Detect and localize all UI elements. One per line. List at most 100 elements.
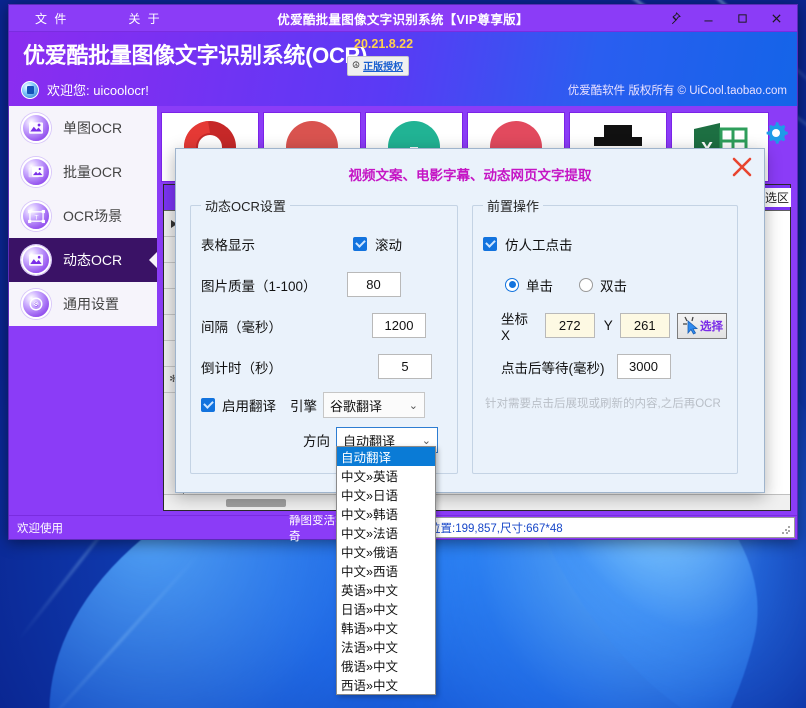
quality-label: 图片质量（1-100） bbox=[201, 278, 317, 294]
sidebar-item-ocr-scene[interactable]: T OCR场景 bbox=[9, 194, 157, 238]
dropdown-option[interactable]: 中文»俄语 bbox=[337, 542, 435, 561]
sidebar-item-label: 通用设置 bbox=[63, 296, 119, 312]
dynamic-ocr-settings-group: 动态OCR设置 表格显示 滚动 图片质量（1-100） 80 间隔（毫秒） 12… bbox=[190, 196, 458, 474]
version-label: 20.21.8.22 bbox=[354, 37, 414, 51]
quality-row: 图片质量（1-100） 80 bbox=[201, 264, 447, 305]
double-click-label: 双击 bbox=[600, 278, 627, 294]
simulate-click-checkbox[interactable] bbox=[483, 236, 497, 251]
interval-input[interactable]: 1200 bbox=[372, 313, 426, 338]
direction-dropdown-list[interactable]: 自动翻译 中文»英语 中文»日语 中文»韩语 中文»法语 中文»俄语 中文»西语 英语»中文日… bbox=[336, 446, 436, 695]
maximize-icon[interactable] bbox=[725, 6, 759, 31]
scroll-label: 滚动 bbox=[375, 237, 402, 253]
direction-label: 方向 bbox=[303, 434, 330, 449]
svg-text:T: T bbox=[34, 214, 38, 221]
engine-select[interactable]: 谷歌翻译 ⌄ bbox=[323, 392, 425, 418]
interval-row: 间隔（毫秒） 1200 bbox=[201, 305, 447, 346]
dynamic-image-icon bbox=[21, 245, 51, 275]
window-controls bbox=[657, 6, 797, 31]
dropdown-option[interactable]: 中文»法语 bbox=[337, 523, 435, 542]
status-right: 位置:199,857,尺寸:667*48 bbox=[420, 517, 795, 538]
coordinate-y-input[interactable]: 261 bbox=[619, 313, 670, 338]
page-title: 优爱酷批量图像文字识别系统(OCR) bbox=[23, 43, 368, 68]
desktop-background: 文 件 关 于 优爱酷批量图像文字识别系统【VIP尊享版】 优爱酷批量图像文字识… bbox=[0, 0, 806, 708]
sidebar-item-batch-ocr[interactable]: 批量OCR bbox=[9, 150, 157, 194]
dropdown-option[interactable]: 西语»中文 bbox=[337, 675, 435, 694]
enable-translate-label: 启用翻译 bbox=[222, 399, 276, 414]
single-click-radio[interactable] bbox=[505, 277, 519, 292]
dropdown-option[interactable]: 韩语»中文 bbox=[337, 618, 435, 637]
status-left: 欢迎使用 bbox=[17, 522, 63, 535]
sidebar-item-dynamic-ocr[interactable]: 动态OCR bbox=[9, 238, 157, 282]
select-point-label: 选择 bbox=[700, 320, 724, 333]
minimize-icon[interactable] bbox=[691, 6, 725, 31]
wait-input[interactable]: 3000 bbox=[616, 354, 671, 379]
click-mode-row: 单击 双击 bbox=[483, 264, 727, 305]
wait-row: 点击后等待(毫秒) 3000 bbox=[483, 346, 727, 387]
countdown-input[interactable]: 5 bbox=[378, 354, 432, 379]
status-right-label: 位置:199,857,尺寸:667*48 bbox=[429, 522, 563, 535]
pre-action-group: 前置操作 仿人工点击 单击 双击 坐标 X 272 Y 261 选择 点击后等待… bbox=[472, 196, 738, 474]
gear-icon[interactable] bbox=[763, 120, 789, 151]
dropdown-option[interactable]: 中文»日语 bbox=[337, 485, 435, 504]
select-point-button[interactable]: 选择 bbox=[676, 312, 728, 339]
group-legend: 动态OCR设置 bbox=[205, 199, 286, 214]
dropdown-option[interactable]: 自动翻译 bbox=[337, 447, 435, 466]
quality-input[interactable]: 80 bbox=[346, 272, 401, 297]
coordinates-row: 坐标 X 272 Y 261 选择 bbox=[483, 305, 728, 346]
svg-text:S: S bbox=[34, 302, 38, 308]
double-click-radio[interactable] bbox=[579, 277, 593, 292]
license-badge-label: 正版授权 bbox=[363, 62, 404, 73]
select-region-label: 选区 bbox=[762, 188, 791, 207]
sidebar-filler bbox=[9, 326, 157, 515]
sidebar-nav: 单图OCR 批量OCR T OCR场景 动态OCR S 通用设置 bbox=[9, 106, 157, 326]
dropdown-option[interactable]: 中文»西语 bbox=[337, 561, 435, 580]
scrollbar-thumb[interactable] bbox=[226, 498, 286, 507]
image-icon bbox=[21, 113, 51, 143]
chevron-down-icon: ⌄ bbox=[408, 399, 418, 412]
dropdown-option[interactable]: 中文»韩语 bbox=[337, 504, 435, 523]
images-stack-icon bbox=[21, 157, 51, 187]
single-click-label: 单击 bbox=[526, 278, 553, 294]
welcome-row: 欢迎您: uicoolocr! bbox=[21, 80, 149, 99]
group-legend: 前置操作 bbox=[487, 199, 540, 214]
scroll-checkbox[interactable] bbox=[353, 236, 367, 251]
license-badge[interactable]: ☮ 正版授权 bbox=[347, 56, 410, 76]
chevron-down-icon: ⌄ bbox=[421, 434, 431, 447]
simulate-click-row: 仿人工点击 bbox=[483, 223, 727, 264]
menu-about[interactable]: 关 于 bbox=[120, 10, 169, 27]
coordinate-x-input[interactable]: 272 bbox=[544, 313, 595, 338]
interval-label: 间隔（毫秒） bbox=[201, 319, 282, 335]
dropdown-option[interactable]: 法语»中文 bbox=[337, 637, 435, 656]
user-badge-icon bbox=[21, 80, 39, 99]
countdown-row: 倒计时（秒） 5 bbox=[201, 346, 447, 387]
dropdown-option[interactable]: 俄语»中文 bbox=[337, 656, 435, 675]
sidebar: 单图OCR 批量OCR T OCR场景 动态OCR S 通用设置 bbox=[9, 106, 157, 515]
wait-label: 点击后等待(毫秒) bbox=[501, 360, 605, 376]
dropdown-option[interactable]: 日语»中文 bbox=[337, 599, 435, 618]
copyright-text: 优爱酷软件 版权所有 © UiCool.taobao.com bbox=[567, 85, 787, 97]
dropdown-option[interactable]: 英语»中文 bbox=[337, 580, 435, 599]
pin-icon[interactable] bbox=[657, 6, 691, 31]
close-icon[interactable] bbox=[759, 6, 793, 31]
grid-horizontal-scrollbar[interactable] bbox=[164, 494, 790, 510]
enable-translate-checkbox[interactable] bbox=[201, 398, 215, 412]
dropdown-option[interactable]: 中文»英语 bbox=[337, 466, 435, 485]
simulate-click-label: 仿人工点击 bbox=[505, 237, 573, 253]
gear-circle-icon: S bbox=[21, 289, 51, 319]
resize-grip[interactable] bbox=[781, 525, 791, 535]
sidebar-item-single-ocr[interactable]: 单图OCR bbox=[9, 106, 157, 150]
close-icon[interactable] bbox=[728, 153, 756, 181]
engine-select-value: 谷歌翻译 bbox=[330, 398, 383, 414]
sidebar-item-label: 批量OCR bbox=[63, 164, 123, 180]
welcome-text: 欢迎您: uicoolocr! bbox=[47, 83, 149, 98]
scene-icon: T bbox=[21, 201, 51, 231]
title-bar: 文 件 关 于 优爱酷批量图像文字识别系统【VIP尊享版】 bbox=[9, 5, 797, 32]
sidebar-item-label: 单图OCR bbox=[63, 120, 123, 136]
dialog-title: 视频文案、电影字幕、动态网页文字提取 bbox=[348, 168, 592, 183]
menu-file[interactable]: 文 件 bbox=[27, 10, 76, 27]
brand-header: 优爱酷批量图像文字识别系统(OCR) 20.21.8.22 ☮ 正版授权 欢迎您… bbox=[9, 32, 797, 106]
sidebar-item-label: 动态OCR bbox=[63, 252, 123, 268]
table-display-row: 表格显示 滚动 bbox=[201, 223, 447, 264]
coordinate-y-label: Y bbox=[603, 318, 613, 333]
sidebar-item-general-settings[interactable]: S 通用设置 bbox=[9, 282, 157, 326]
